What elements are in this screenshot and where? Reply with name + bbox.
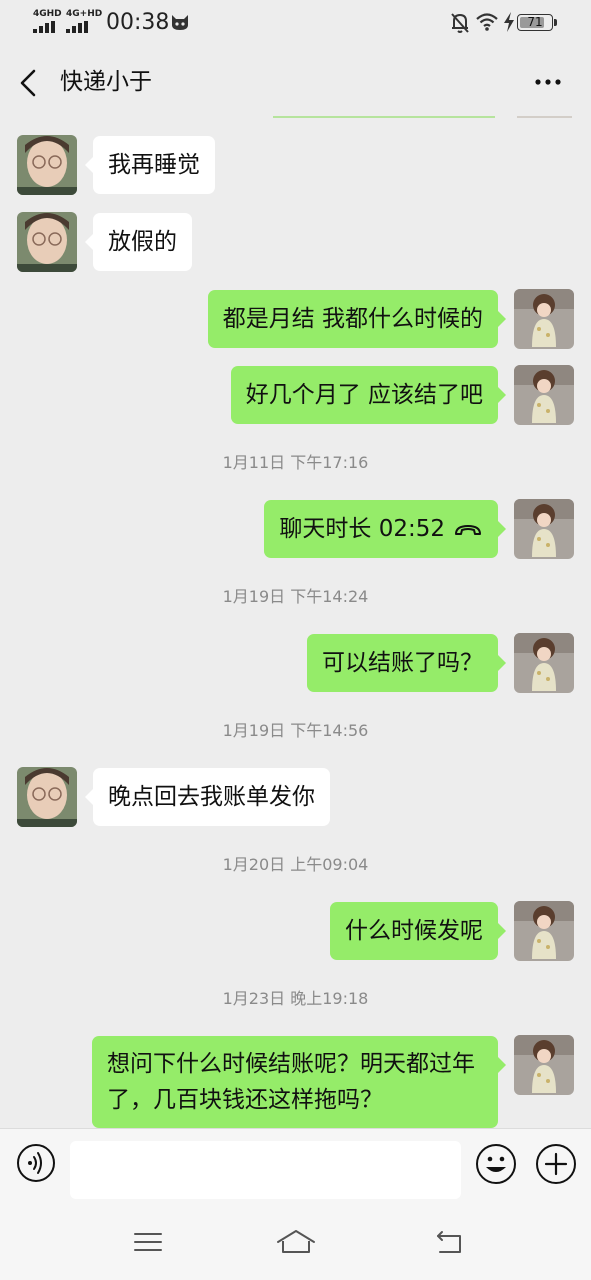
contact-avatar[interactable]: [17, 767, 77, 827]
battery-tip: [554, 19, 557, 26]
wifi-icon: [476, 13, 498, 31]
my-avatar[interactable]: [514, 289, 574, 349]
cat-face-icon: [172, 15, 188, 30]
message-bubble-outgoing[interactable]: 什么时候发呢: [330, 902, 506, 960]
message-bubble-incoming[interactable]: 我再睡觉: [85, 136, 215, 194]
network-1-label: 4GHD: [33, 9, 62, 19]
message-bubble-incoming[interactable]: 晚点回去我账单发你: [85, 768, 330, 826]
my-avatar[interactable]: [514, 365, 574, 425]
message-bubble-incoming[interactable]: 放假的: [85, 213, 192, 271]
chat-header: 快递小于: [0, 46, 591, 118]
message-bubble-outgoing[interactable]: 好几个月了 应该结了吧: [230, 366, 507, 424]
message-bubble-outgoing[interactable]: 想问下什么时候结账呢？明天都过年了，几百块钱还这样拖吗？: [92, 1036, 506, 1128]
network-2-label: 4G+HD: [66, 9, 103, 19]
call-duration-bubble[interactable]: 聊天时长 02:52: [264, 500, 506, 558]
mute-bell-icon: [451, 13, 469, 33]
timestamp: 1月20日 上午09:04: [222, 855, 369, 874]
chat-title: 快递小于: [60, 69, 152, 95]
home-icon[interactable]: [276, 1228, 316, 1256]
message-input[interactable]: [70, 1141, 461, 1199]
chevron-left-icon[interactable]: [16, 68, 42, 98]
call-ended-icon: [455, 524, 481, 535]
system-nav-bar: [0, 1200, 591, 1280]
my-avatar[interactable]: [514, 1035, 574, 1095]
emoji-icon[interactable]: [475, 1143, 517, 1185]
timestamp: 1月19日 下午14:56: [222, 721, 369, 740]
message-bubble-outgoing[interactable]: 可以结账了吗？: [307, 634, 506, 692]
charging-bolt-icon: [504, 12, 514, 32]
timestamp: 1月11日 下午17:16: [222, 453, 369, 472]
battery-level: 71: [527, 15, 543, 29]
more-dots-icon[interactable]: [530, 72, 566, 92]
call-duration-text: 聊天时长 02:52: [279, 516, 445, 542]
timestamp: 1月19日 下午14:24: [222, 587, 369, 606]
my-avatar[interactable]: [514, 901, 574, 961]
my-avatar[interactable]: [514, 633, 574, 693]
message-bubble-outgoing[interactable]: 都是月结 我都什么时候的: [207, 290, 507, 348]
timestamp: 1月23日 晚上19:18: [222, 989, 369, 1008]
back-icon[interactable]: [434, 1228, 466, 1256]
battery-icon: 71: [517, 14, 553, 31]
status-bar: 4GHD 4G+HD 00:38 71: [0, 0, 591, 46]
message-input-bar: [0, 1128, 591, 1200]
message-list[interactable]: 我再睡觉 放假的 都是月结 我都什么时候的 好几个月了 应该结了吧 1月11日 …: [0, 118, 591, 1128]
my-avatar[interactable]: [514, 499, 574, 559]
status-time: 00:38: [106, 10, 170, 35]
contact-avatar[interactable]: [17, 135, 77, 195]
voice-icon[interactable]: [16, 1143, 56, 1183]
plus-icon[interactable]: [535, 1143, 577, 1185]
contact-avatar[interactable]: [17, 212, 77, 272]
menu-icon[interactable]: [133, 1230, 163, 1254]
